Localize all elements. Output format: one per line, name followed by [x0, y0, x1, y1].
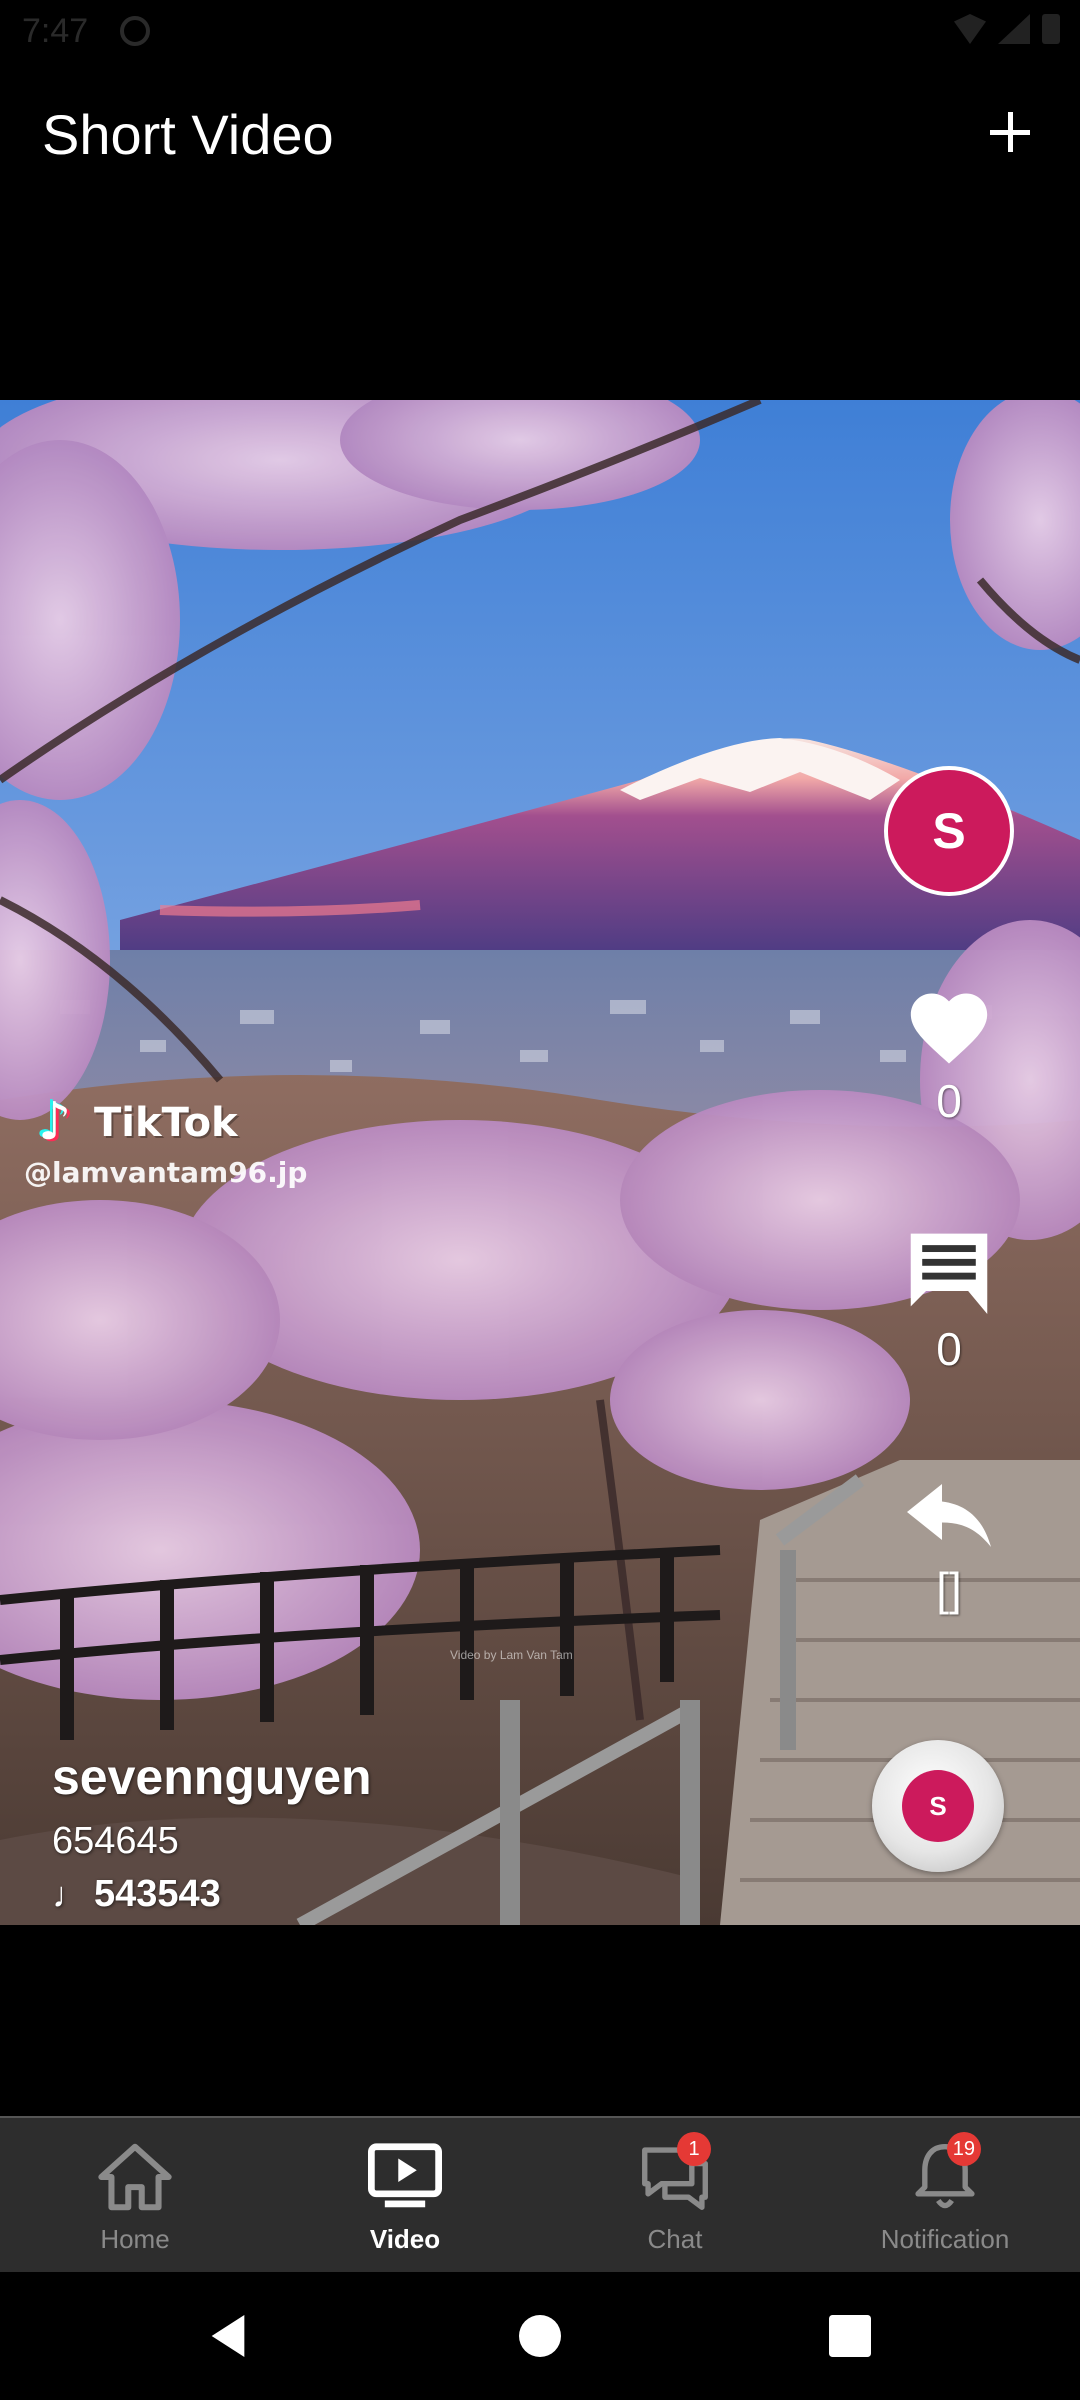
- like-count: 0: [936, 1075, 962, 1127]
- system-navigation-bar: [0, 2272, 1080, 2400]
- nav-label-notification: Notification: [880, 2224, 1010, 2254]
- nav-item-notification[interactable]: 19 Notification: [810, 2118, 1080, 2272]
- creator-username[interactable]: sevennguyen: [52, 1748, 372, 1806]
- share-count: []: [936, 1563, 962, 1615]
- music-label[interactable]: ♩ 543543: [52, 1873, 372, 1916]
- status-bar: 7:47: [0, 0, 1080, 62]
- add-video-button[interactable]: [970, 92, 1050, 172]
- creator-avatar[interactable]: S: [884, 766, 1014, 896]
- music-title: 543543: [94, 1873, 221, 1915]
- status-icons: [954, 14, 1060, 44]
- tiktok-watermark: ♪ TikTok @lamvantam96.jp: [24, 1092, 307, 1189]
- nav-label-home: Home: [100, 2224, 170, 2254]
- status-time: 7:47: [22, 12, 89, 50]
- bell-icon-wrap: 19: [903, 2132, 987, 2214]
- tiktok-logo-icon: ♪: [38, 1092, 72, 1152]
- comment-count: 0: [936, 1323, 962, 1375]
- video-credit: Video by Lam Van Tam: [450, 1648, 573, 1662]
- back-icon[interactable]: [200, 2308, 256, 2364]
- nav-item-video[interactable]: Video: [270, 2118, 540, 2272]
- status-notification-icon: [120, 16, 150, 46]
- wifi-icon: [954, 14, 986, 44]
- chat-unread-badge: 1: [677, 2132, 711, 2166]
- video-description: 654645: [52, 1820, 179, 1862]
- watermark-brand-label: TikTok: [94, 1100, 238, 1146]
- battery-icon: [1042, 14, 1060, 44]
- watermark-handle: @lamvantam96.jp: [24, 1156, 308, 1189]
- bottom-navigation: Home Video 1 Chat 19 Notification: [0, 2116, 1080, 2272]
- video-caption: sevennguyen 654645 ♩ 543543: [52, 1748, 372, 1916]
- comment-icon[interactable]: [903, 1226, 995, 1314]
- music-note-icon: ♩: [52, 1873, 88, 1915]
- recents-icon[interactable]: [822, 2308, 878, 2364]
- heart-icon[interactable]: [902, 982, 996, 1066]
- chat-icon-wrap: 1: [633, 2132, 717, 2214]
- home-icon: [98, 2143, 172, 2211]
- home-circle-icon[interactable]: [512, 2308, 568, 2364]
- share-action[interactable]: []: [884, 1484, 1014, 1616]
- music-disc-avatar: S: [902, 1770, 974, 1842]
- page-title: Short Video: [42, 103, 334, 166]
- nav-item-chat[interactable]: 1 Chat: [540, 2118, 810, 2272]
- notification-unread-badge: 19: [946, 2132, 981, 2166]
- video-icon: [368, 2143, 442, 2208]
- cellular-signal-icon: [998, 14, 1030, 44]
- video-player[interactable]: ♪ TikTok @lamvantam96.jp Video by Lam Van…: [0, 400, 1080, 1925]
- nav-item-home[interactable]: Home: [0, 2118, 270, 2272]
- watermark-brand: ♪ TikTok: [38, 1092, 307, 1152]
- share-icon[interactable]: [907, 1484, 991, 1554]
- app-header: Short Video: [0, 62, 1080, 212]
- nav-label-video: Video: [369, 2224, 441, 2254]
- comment-action[interactable]: 0: [884, 1226, 1014, 1376]
- nav-label-chat: Chat: [647, 2224, 703, 2254]
- like-action[interactable]: 0: [884, 982, 1014, 1128]
- music-disc[interactable]: S: [872, 1740, 1004, 1872]
